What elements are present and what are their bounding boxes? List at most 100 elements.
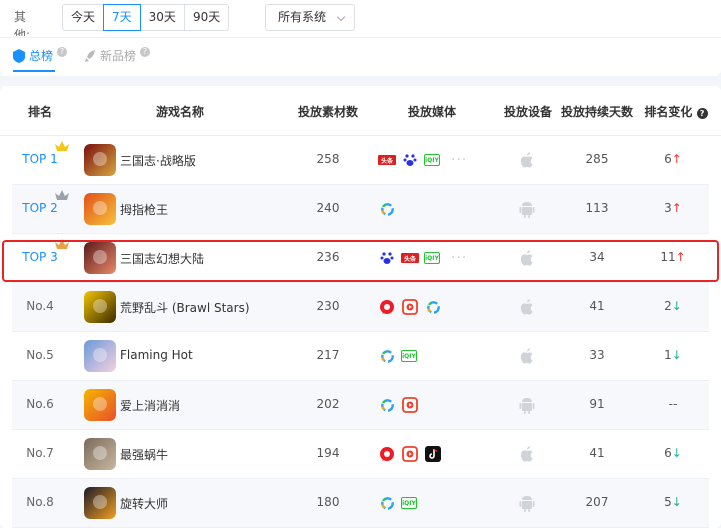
- rank-change-value: 1: [664, 348, 672, 362]
- header-device: 投放设备: [503, 105, 552, 119]
- game-name[interactable]: 三国志幻想大陆: [120, 250, 204, 267]
- table-row[interactable]: TOP 3 三国志幻想大陆 236 头条 iQIY ··· 34 11↑: [12, 234, 709, 283]
- help-icon[interactable]: ?: [140, 46, 151, 57]
- video-icon: [401, 445, 419, 463]
- rank-label: No.5: [26, 348, 54, 362]
- rank-label: No.8: [26, 495, 54, 509]
- crown-icon: [55, 239, 69, 249]
- rank-label: No.4: [26, 299, 54, 313]
- arrow-down-icon: ↓: [671, 348, 682, 362]
- rank-change-value: 2: [664, 299, 672, 313]
- shield-icon: [13, 48, 25, 63]
- more-dots: ···: [451, 152, 468, 168]
- android-icon: [519, 496, 535, 512]
- game-name[interactable]: 拇指枪王: [120, 201, 168, 218]
- game-name[interactable]: 三国志·战略版: [120, 152, 196, 169]
- table-header: 排名 游戏名称 投放素材数 投放媒体 投放设备 投放持续天数 排名变化 ?: [0, 86, 721, 136]
- more-dots: ···: [451, 250, 468, 266]
- table-row[interactable]: TOP 1 三国志·战略版 258 头条 iQIY ··· 285 6↑: [12, 136, 709, 185]
- material-count: 217: [316, 348, 340, 362]
- tab-new[interactable]: 新品榜 ?: [84, 46, 151, 64]
- help-icon[interactable]: ?: [57, 46, 68, 57]
- ring-icon: [378, 396, 396, 414]
- chevron-down-icon: [336, 12, 346, 22]
- game-icon: [84, 144, 116, 176]
- material-count: 258: [316, 152, 340, 166]
- apple-icon: [520, 348, 533, 364]
- header-media: 投放媒体: [407, 105, 456, 119]
- media-list: iQIY: [378, 494, 417, 512]
- material-count: 236: [316, 250, 340, 264]
- apple-icon: [520, 299, 533, 315]
- apple-icon: [520, 250, 533, 266]
- game-icon: [84, 242, 116, 274]
- game-icon: [84, 487, 116, 519]
- game-name[interactable]: 旋转大师: [120, 495, 168, 512]
- table-row[interactable]: No.5 Flaming Hot 217 iQIY 33 1↓: [12, 332, 709, 381]
- header-days: 投放持续天数: [560, 105, 633, 119]
- rocket-icon: [85, 49, 95, 62]
- arrow-up-icon: ↑: [675, 250, 686, 264]
- duration-days: 41: [589, 299, 605, 313]
- game-name[interactable]: 爱上消消消: [120, 397, 180, 414]
- ring-icon: [378, 347, 396, 365]
- material-count: 194: [316, 446, 340, 460]
- system-select[interactable]: 所有系统: [265, 4, 355, 31]
- table-row[interactable]: No.8 旋转大师 180 iQIY 207 5↓: [12, 479, 709, 528]
- rank-change-value: 3: [664, 201, 672, 215]
- duration-days: 113: [585, 201, 609, 215]
- rank-change-value: --: [668, 397, 678, 411]
- toutiao-icon: 头条: [378, 155, 396, 165]
- iqiyi-icon: iQIY: [401, 497, 417, 509]
- rank-change: --: [648, 397, 698, 411]
- rank-label: No.6: [26, 397, 54, 411]
- media-list: [378, 445, 442, 463]
- date-today-button[interactable]: 今天: [62, 4, 105, 31]
- android-icon: [519, 202, 535, 218]
- media-list: iQIY: [378, 347, 417, 365]
- rank-label: TOP 3: [22, 250, 58, 264]
- iqiyi-icon: iQIY: [401, 350, 417, 362]
- help-icon[interactable]: ?: [696, 108, 708, 119]
- game-name[interactable]: 最强蜗牛: [120, 446, 168, 463]
- game-icon: [84, 193, 116, 225]
- material-count: 180: [316, 495, 340, 509]
- arrow-down-icon: ↓: [671, 299, 682, 313]
- material-count: 202: [316, 397, 340, 411]
- rank-change-value: 6: [664, 446, 672, 460]
- rank-label: TOP 1: [22, 152, 58, 166]
- table-row[interactable]: TOP 2 拇指枪王 240 113 3↑: [12, 185, 709, 234]
- game-icon: [84, 438, 116, 470]
- duration-days: 207: [585, 495, 609, 509]
- duration-days: 34: [589, 250, 605, 264]
- duration-days: 41: [589, 446, 605, 460]
- date-range-selector: 今天 7天 30天 90天: [62, 4, 230, 31]
- date-90d-button[interactable]: 90天: [183, 4, 230, 31]
- table-row[interactable]: No.7 最强蜗牛 194 41 6↓: [12, 430, 709, 479]
- other-label: 其他:: [14, 10, 31, 36]
- game-name[interactable]: Flaming Hot: [120, 348, 193, 362]
- active-tab-indicator: [13, 70, 55, 72]
- rank-change: 1↓: [648, 348, 698, 362]
- android-icon: [519, 398, 535, 414]
- divider: [0, 37, 721, 38]
- header-name: 游戏名称: [155, 105, 204, 119]
- media-list: 头条 iQIY ···: [378, 151, 467, 169]
- date-30d-button[interactable]: 30天: [139, 4, 185, 31]
- iqiyi-icon: iQIY: [424, 154, 440, 166]
- video-icon: [401, 298, 419, 316]
- arrow-down-icon: ↓: [671, 446, 682, 460]
- game-name[interactable]: 荒野乱斗 (Brawl Stars): [120, 299, 250, 316]
- date-7d-button[interactable]: 7天: [103, 4, 141, 31]
- arrow-down-icon: ↓: [671, 495, 682, 509]
- duration-days: 91: [589, 397, 605, 411]
- rank-change-value: 11: [660, 250, 676, 264]
- rank-change: 11↑: [648, 250, 698, 264]
- table-row[interactable]: No.6 爱上消消消 202 91 --: [12, 381, 709, 430]
- table-row[interactable]: No.4 荒野乱斗 (Brawl Stars) 230 41 2↓: [12, 283, 709, 332]
- toutiao-icon: 头条: [401, 253, 419, 263]
- tab-overall[interactable]: 总榜 ?: [13, 46, 68, 64]
- game-icon: [84, 340, 116, 372]
- media-list: [378, 298, 442, 316]
- rank-change: 3↑: [648, 201, 698, 215]
